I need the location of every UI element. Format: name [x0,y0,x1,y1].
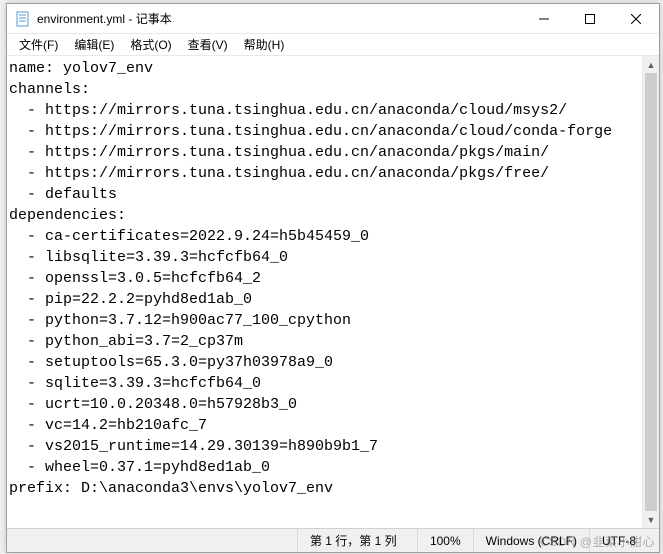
menu-edit[interactable]: 编辑(E) [66,34,122,55]
status-eol: Windows (CRLF) [473,529,589,552]
menu-view[interactable]: 查看(V) [180,34,236,55]
scroll-track[interactable] [643,73,659,511]
notepad-icon [15,11,31,27]
statusbar: 第 1 行，第 1 列 100% Windows (CRLF) UTF-8 [7,528,659,552]
menubar: 文件(F) 编辑(E) 格式(O) 查看(V) 帮助(H) [7,34,659,56]
status-zoom: 100% [417,529,473,552]
minimize-button[interactable] [521,4,567,34]
maximize-button[interactable] [567,4,613,34]
scroll-down-icon[interactable]: ▼ [643,511,659,528]
scroll-up-icon[interactable]: ▲ [643,56,659,73]
menu-file[interactable]: 文件(F) [11,34,66,55]
content-area: name: yolov7_env channels: - https://mir… [7,56,659,528]
status-position: 第 1 行，第 1 列 [297,529,417,552]
menu-format[interactable]: 格式(O) [122,34,179,55]
status-encoding: UTF-8 [589,529,659,552]
titlebar[interactable]: environment.yml - 记事本 [7,4,659,34]
close-button[interactable] [613,4,659,34]
menu-help[interactable]: 帮助(H) [236,34,293,55]
text-editor[interactable]: name: yolov7_env channels: - https://mir… [7,56,642,528]
scroll-thumb[interactable] [645,73,657,511]
vertical-scrollbar[interactable]: ▲ ▼ [642,56,659,528]
window-title: environment.yml - 记事本 [37,10,521,27]
status-blank [7,529,297,552]
notepad-window: environment.yml - 记事本 文件(F) 编辑(E) 格式(O) … [6,3,660,553]
